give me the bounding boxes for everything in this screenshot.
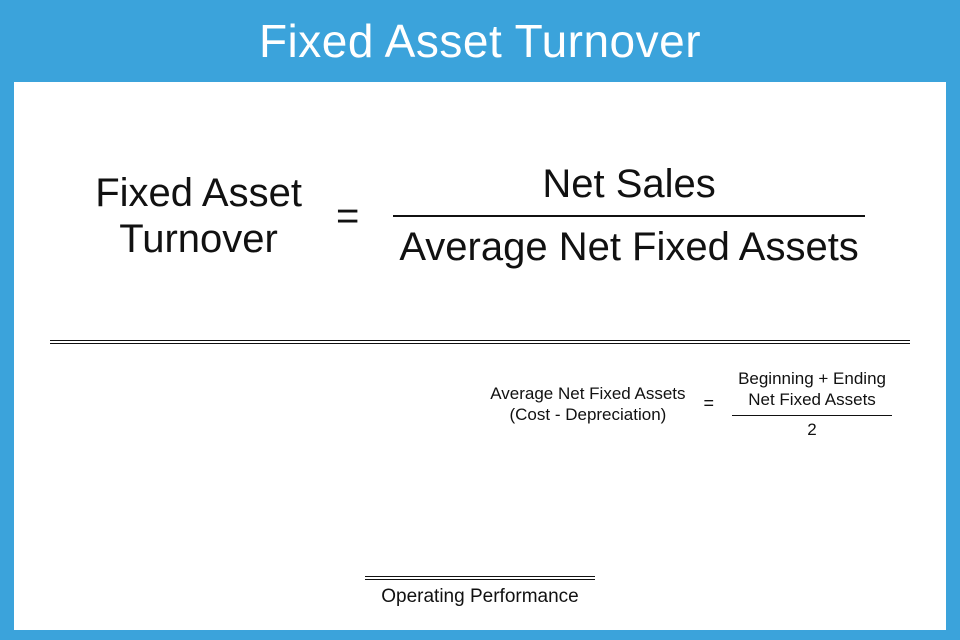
sub-formula: Average Net Fixed Assets (Cost - Depreci… (14, 368, 892, 440)
equals-sign: = (336, 194, 359, 239)
sub-lhs-line1: Average Net Fixed Assets (490, 383, 685, 404)
section-divider (50, 340, 910, 344)
sub-fraction: Beginning + Ending Net Fixed Assets 2 (732, 368, 892, 440)
sub-formula-lhs: Average Net Fixed Assets (Cost - Depreci… (490, 383, 685, 426)
sub-num-line2: Net Fixed Assets (738, 389, 886, 410)
content-card: Fixed Asset Turnover = Net Sales Average… (14, 82, 946, 630)
sub-num-line1: Beginning + Ending (738, 368, 886, 389)
main-denominator: Average Net Fixed Assets (393, 217, 865, 270)
lhs-line1: Fixed Asset (95, 170, 302, 216)
sub-lhs-line2: (Cost - Depreciation) (490, 404, 685, 425)
main-numerator: Net Sales (502, 162, 755, 215)
sub-equals-sign: = (704, 393, 715, 414)
main-fraction: Net Sales Average Net Fixed Assets (393, 162, 865, 270)
footer: Operating Performance (365, 576, 595, 608)
page-title: Fixed Asset Turnover (0, 0, 960, 82)
main-formula-lhs: Fixed Asset Turnover (95, 170, 302, 262)
lhs-line2: Turnover (95, 216, 302, 262)
sub-numerator: Beginning + Ending Net Fixed Assets (732, 368, 892, 415)
sub-denominator: 2 (807, 416, 816, 440)
main-formula: Fixed Asset Turnover = Net Sales Average… (14, 162, 946, 270)
footer-label: Operating Performance (365, 586, 595, 608)
footer-divider (365, 576, 595, 580)
